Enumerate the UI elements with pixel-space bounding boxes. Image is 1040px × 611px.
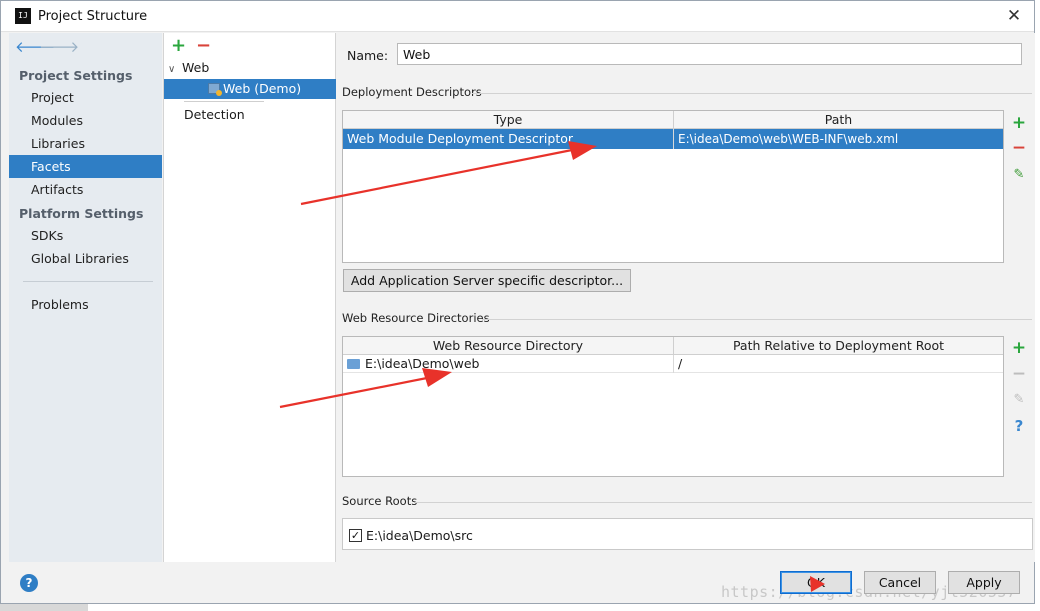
back-arrow-icon[interactable]: 🡐 <box>15 37 55 57</box>
add-resource-icon[interactable]: + <box>1005 338 1033 358</box>
remove-resource-icon[interactable]: − <box>1005 364 1033 384</box>
add-server-descriptor-button[interactable]: Add Application Server specific descript… <box>343 269 631 292</box>
settings-sidebar: 🡐 🡒 Project Settings Project Modules Lib… <box>9 33 162 562</box>
tree-node-label: Web (Demo) <box>223 81 302 96</box>
tree-separator <box>184 101 264 102</box>
table-row[interactable]: Web Module Deployment Descriptor E:\idea… <box>343 129 1003 149</box>
table-row[interactable]: E:\idea\Demo\web / <box>343 355 1003 373</box>
window-title: Project Structure <box>38 9 148 24</box>
source-roots-list: ✓ E:\idea\Demo\src <box>342 518 1033 550</box>
title-bar: IJ Project Structure ✕ <box>1 1 1034 32</box>
deployment-descriptors-table[interactable]: Type Path Web Module Deployment Descript… <box>342 110 1004 263</box>
section-divider <box>415 502 1032 503</box>
facet-name-input[interactable] <box>397 43 1022 65</box>
descriptor-type-cell: Web Module Deployment Descriptor <box>343 129 674 149</box>
facets-tree-panel: + − ∨ Web Web (Demo) Detection <box>163 33 336 562</box>
apply-button[interactable]: Apply <box>948 571 1020 594</box>
close-button[interactable]: ✕ <box>1002 5 1026 27</box>
source-root-checkbox[interactable]: ✓ <box>349 529 362 542</box>
facet-editor: Name: Deployment Descriptors Type Path W… <box>337 33 1035 562</box>
resource-directory-text: E:\idea\Demo\web <box>365 356 480 371</box>
descriptor-path-cell: E:\idea\Demo\web\WEB-INF\web.xml <box>678 132 899 146</box>
help-icon[interactable]: ? <box>20 574 38 592</box>
resource-directory-cell: E:\idea\Demo\web <box>343 355 674 373</box>
ok-button[interactable]: OK <box>780 571 852 594</box>
sidebar-item-global-libraries[interactable]: Global Libraries <box>9 247 162 270</box>
source-root-label: E:\idea\Demo\src <box>366 528 473 543</box>
add-descriptor-icon[interactable]: + <box>1005 113 1033 133</box>
desktop-taskbar-strip <box>0 604 88 611</box>
sidebar-item-problems[interactable]: Problems <box>9 293 162 316</box>
tree-node-web[interactable]: ∨ Web <box>164 58 336 78</box>
deployment-descriptors-title: Deployment Descriptors <box>342 85 482 99</box>
desktop-edge <box>0 604 1040 611</box>
nav-arrows: 🡐 🡒 <box>15 37 79 59</box>
forward-arrow-icon[interactable]: 🡒 <box>39 37 79 57</box>
folder-icon <box>347 359 360 369</box>
source-roots-title: Source Roots <box>342 494 418 508</box>
section-platform-settings: Platform Settings <box>19 206 144 221</box>
sidebar-item-modules[interactable]: Modules <box>9 109 162 132</box>
deployment-toolbar: + − ✎ <box>1005 110 1033 263</box>
column-header-web-resource-directory[interactable]: Web Resource Directory <box>343 337 674 355</box>
section-divider <box>482 319 1032 320</box>
name-label: Name: <box>347 48 389 63</box>
web-resource-directories-table[interactable]: Web Resource Directory Path Relative to … <box>342 336 1004 477</box>
section-project-settings: Project Settings <box>19 68 133 83</box>
sidebar-item-libraries[interactable]: Libraries <box>9 132 162 155</box>
column-header-type[interactable]: Type <box>343 111 674 129</box>
web-facet-icon <box>208 83 222 96</box>
resources-toolbar: + − ✎ ? <box>1005 336 1033 477</box>
desktop-edge <box>1035 0 1040 611</box>
remove-descriptor-icon[interactable]: − <box>1005 138 1033 158</box>
tree-node-detection[interactable]: Detection <box>164 105 336 125</box>
sidebar-divider <box>23 281 153 282</box>
sidebar-item-sdks[interactable]: SDKs <box>9 224 162 247</box>
tree-node-web-demo[interactable]: Web (Demo) <box>164 79 336 99</box>
section-divider <box>472 93 1032 94</box>
help-question-icon[interactable]: ? <box>1005 416 1033 436</box>
edit-descriptor-pencil-icon[interactable]: ✎ <box>1005 165 1033 185</box>
sidebar-item-facets[interactable]: Facets <box>9 155 162 178</box>
remove-facet-icon[interactable]: − <box>196 36 211 56</box>
tree-node-label: Web <box>182 60 210 75</box>
chevron-down-icon[interactable]: ∨ <box>168 60 182 80</box>
relative-path-cell: / <box>678 356 683 371</box>
sidebar-item-artifacts[interactable]: Artifacts <box>9 178 162 201</box>
web-resource-directories-title: Web Resource Directories <box>342 311 490 325</box>
column-header-path[interactable]: Path <box>674 111 1003 129</box>
sidebar-item-project[interactable]: Project <box>9 86 162 109</box>
project-structure-dialog: IJ Project Structure ✕ 🡐 🡒 Project Setti… <box>0 0 1035 604</box>
intellij-app-icon: IJ <box>15 8 31 24</box>
column-header-relative-path[interactable]: Path Relative to Deployment Root <box>674 337 1003 355</box>
add-facet-icon[interactable]: + <box>171 36 186 56</box>
edit-resource-pencil-icon[interactable]: ✎ <box>1005 390 1033 410</box>
cancel-button[interactable]: Cancel <box>864 571 936 594</box>
